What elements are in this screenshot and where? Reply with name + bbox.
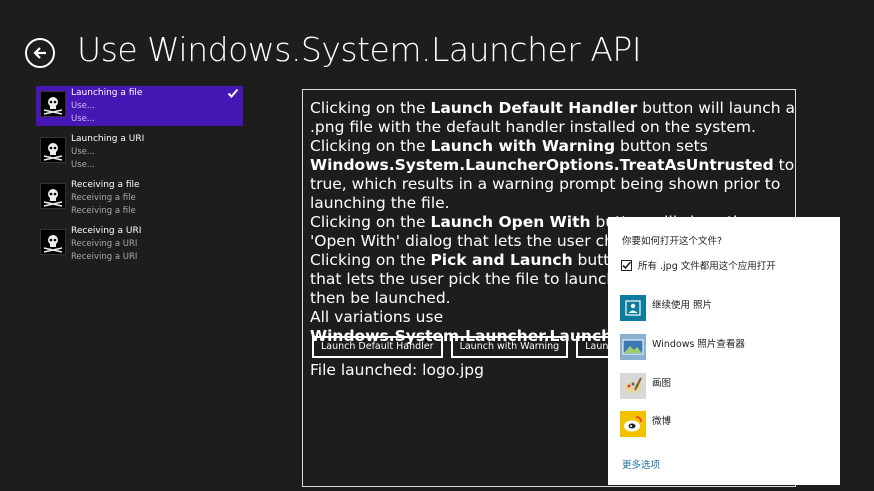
scenario-description: Use... <box>71 160 95 170</box>
app-label: 微博 <box>652 416 672 427</box>
scenario-title: Receiving a file <box>71 180 140 190</box>
scenario-title: Receiving a URI <box>71 226 142 236</box>
scenario-list: Launching a file Use... Use... Launching… <box>36 86 243 270</box>
app-label: 画图 <box>652 378 672 389</box>
pirate-logo-thumbnail <box>40 91 66 117</box>
app-option-photo-viewer[interactable]: Windows 照片查看器 <box>620 334 745 360</box>
flyout-title: 你要如何打开这个文件? <box>622 236 723 247</box>
scenario-item-launching-uri[interactable]: Launching a URI Use... Use... <box>36 132 243 172</box>
weibo-icon <box>620 411 646 437</box>
scenario-subtitle: Use... <box>71 101 95 111</box>
checkmark-icon <box>227 88 239 98</box>
scenario-subtitle: Receiving a file <box>71 193 136 203</box>
app-label: 继续使用 照片 <box>652 300 713 311</box>
app-option-weibo[interactable]: 微博 <box>620 411 671 437</box>
open-with-flyout: 你要如何打开这个文件? 所有 .jpg 文件都用这个应用打开 继续使用 照片 W… <box>608 217 840 485</box>
page-title: Use Windows.System.Launcher API <box>77 30 642 69</box>
app-option-photos[interactable]: 继续使用 照片 <box>620 295 712 321</box>
app-label: Windows 照片查看器 <box>652 339 745 350</box>
scenario-item-receiving-uri[interactable]: Receiving a URI Receiving a URI Receivin… <box>36 224 243 264</box>
scenario-description: Receiving a URI <box>71 252 138 262</box>
back-button[interactable] <box>25 38 55 68</box>
checkbox-label: 所有 .jpg 文件都用这个应用打开 <box>638 261 776 272</box>
scenario-item-launching-file[interactable]: Launching a file Use... Use... <box>36 86 243 126</box>
launch-default-handler-button[interactable]: Launch Default Handler <box>312 336 443 358</box>
status-text: File launched: logo.jpg <box>310 361 484 379</box>
pirate-logo-thumbnail <box>40 137 66 163</box>
paint-icon <box>620 373 646 399</box>
more-options-link[interactable]: 更多选项 <box>622 457 660 471</box>
photo-viewer-icon <box>620 334 646 360</box>
scenario-description: Receiving a file <box>71 206 136 216</box>
scenario-item-receiving-file[interactable]: Receiving a file Receiving a file Receiv… <box>36 178 243 218</box>
always-use-checkbox[interactable]: 所有 .jpg 文件都用这个应用打开 <box>621 258 776 272</box>
pirate-logo-thumbnail <box>40 229 66 255</box>
launch-with-warning-button[interactable]: Launch with Warning <box>450 336 569 358</box>
scenario-title: Launching a file <box>71 88 143 98</box>
scenario-subtitle: Use... <box>71 147 95 157</box>
checkbox-icon <box>621 259 632 271</box>
scenario-subtitle: Receiving a URI <box>71 239 138 249</box>
app-option-paint[interactable]: 画图 <box>620 373 671 399</box>
pirate-logo-thumbnail <box>40 183 66 209</box>
scenario-title: Launching a URI <box>71 134 145 144</box>
photos-app-icon <box>620 295 646 321</box>
scenario-description: Use... <box>71 114 95 124</box>
back-arrow-icon <box>33 47 46 59</box>
